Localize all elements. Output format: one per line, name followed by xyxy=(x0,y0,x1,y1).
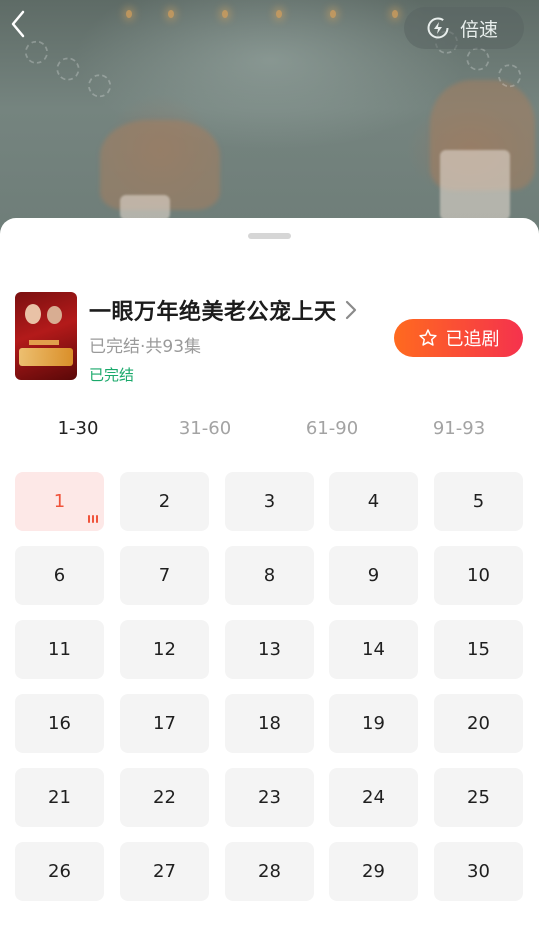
episode-button[interactable]: 25 xyxy=(434,768,523,827)
episode-number: 22 xyxy=(153,787,176,808)
episode-button[interactable]: 11 xyxy=(15,620,104,679)
episode-number: 10 xyxy=(467,565,490,586)
lamp-light xyxy=(168,10,174,18)
episode-button[interactable]: 14 xyxy=(329,620,418,679)
playback-speed-button[interactable]: 倍速 xyxy=(404,7,524,49)
drama-status: 已完结 xyxy=(89,366,135,384)
episode-number: 12 xyxy=(153,639,176,660)
episode-button[interactable]: 20 xyxy=(434,694,523,753)
episode-button[interactable]: 24 xyxy=(329,768,418,827)
episode-number: 13 xyxy=(258,639,281,660)
episode-number: 26 xyxy=(48,861,71,882)
episode-button[interactable]: 28 xyxy=(225,842,314,901)
poster-figure xyxy=(25,304,41,324)
episode-number: 9 xyxy=(367,565,380,586)
episode-button[interactable]: 19 xyxy=(329,694,418,753)
star-icon xyxy=(418,329,437,346)
episode-number: 3 xyxy=(263,491,276,512)
episode-number: 7 xyxy=(158,565,171,586)
episode-button[interactable]: 22 xyxy=(120,768,209,827)
episode-button[interactable]: 6 xyxy=(15,546,104,605)
episode-button[interactable]: 27 xyxy=(120,842,209,901)
tab-range-3[interactable]: 61-90 xyxy=(277,414,387,444)
lamp-light xyxy=(330,10,336,18)
drama-poster[interactable] xyxy=(15,292,77,380)
episode-number: 30 xyxy=(467,861,490,882)
episode-number: 11 xyxy=(48,639,71,660)
drama-title-link[interactable]: 一眼万年绝美老公宠上天 xyxy=(89,294,357,326)
episode-sheet: 一眼万年绝美老公宠上天 已完结·共93集 已完结 已追剧 1-30 31-60 … xyxy=(0,218,539,930)
episode-button[interactable]: 12 xyxy=(120,620,209,679)
episode-number: 5 xyxy=(472,491,485,512)
episode-button[interactable]: 26 xyxy=(15,842,104,901)
episode-button[interactable]: 30 xyxy=(434,842,523,901)
episode-button[interactable]: 29 xyxy=(329,842,418,901)
episode-number: 20 xyxy=(467,713,490,734)
chevron-right-icon xyxy=(345,300,356,320)
lamp-light xyxy=(222,10,228,18)
now-playing-icon xyxy=(88,515,98,523)
episode-number: 19 xyxy=(362,713,385,734)
lamp-light xyxy=(126,10,132,18)
episode-number: 28 xyxy=(258,861,281,882)
drama-episode-count: 已完结·共93集 xyxy=(89,337,202,357)
watermark: ◌ ◌ ◌ xyxy=(17,29,121,106)
episode-button[interactable]: 10 xyxy=(434,546,523,605)
episode-button[interactable]: 23 xyxy=(225,768,314,827)
lightning-circle-icon xyxy=(427,17,449,39)
episode-range-tabs: 1-30 31-60 61-90 91-93 xyxy=(0,414,539,444)
follow-button[interactable]: 已追剧 xyxy=(394,319,523,357)
poster-title-art xyxy=(19,348,73,366)
episode-number: 2 xyxy=(158,491,171,512)
follow-label: 已追剧 xyxy=(445,329,500,350)
episode-number: 23 xyxy=(258,787,281,808)
episode-button-current[interactable]: 1 xyxy=(15,472,104,531)
episode-number: 4 xyxy=(367,491,380,512)
episode-number: 25 xyxy=(467,787,490,808)
episode-button[interactable]: 16 xyxy=(15,694,104,753)
poster-figure xyxy=(47,306,62,324)
episode-number: 1 xyxy=(53,491,66,512)
episode-number: 15 xyxy=(467,639,490,660)
episode-number: 21 xyxy=(48,787,71,808)
episode-button[interactable]: 13 xyxy=(225,620,314,679)
actor-cloth xyxy=(440,150,510,220)
episode-number: 18 xyxy=(258,713,281,734)
chevron-left-icon xyxy=(11,10,25,38)
drama-title: 一眼万年绝美老公宠上天 xyxy=(89,300,337,325)
actor-cloth xyxy=(120,195,170,220)
episode-button[interactable]: 4 xyxy=(329,472,418,531)
episode-number: 6 xyxy=(53,565,66,586)
episode-button[interactable]: 2 xyxy=(120,472,209,531)
tab-range-4[interactable]: 91-93 xyxy=(404,414,514,444)
tab-range-1[interactable]: 1-30 xyxy=(23,414,133,444)
back-button[interactable] xyxy=(6,8,30,40)
playback-speed-label: 倍速 xyxy=(460,18,499,41)
lamp-light xyxy=(392,10,398,18)
episode-number: 27 xyxy=(153,861,176,882)
episode-number: 17 xyxy=(153,713,176,734)
sheet-drag-handle[interactable] xyxy=(248,233,291,239)
episode-button[interactable]: 5 xyxy=(434,472,523,531)
episode-number: 16 xyxy=(48,713,71,734)
episode-button[interactable]: 7 xyxy=(120,546,209,605)
tab-range-2[interactable]: 31-60 xyxy=(150,414,260,444)
lamp-light xyxy=(276,10,282,18)
episode-number: 14 xyxy=(362,639,385,660)
episode-number: 8 xyxy=(263,565,276,586)
episode-button[interactable]: 21 xyxy=(15,768,104,827)
episode-button[interactable]: 8 xyxy=(225,546,314,605)
episode-number: 24 xyxy=(362,787,385,808)
episode-number: 29 xyxy=(362,861,385,882)
poster-logo-mark xyxy=(29,340,59,345)
episode-button[interactable]: 18 xyxy=(225,694,314,753)
episode-button[interactable]: 9 xyxy=(329,546,418,605)
episode-button[interactable]: 17 xyxy=(120,694,209,753)
episode-button[interactable]: 3 xyxy=(225,472,314,531)
episode-button[interactable]: 15 xyxy=(434,620,523,679)
video-player[interactable]: ◌ ◌ ◌ ◌ ◌ ◌ 倍速 xyxy=(0,0,539,240)
